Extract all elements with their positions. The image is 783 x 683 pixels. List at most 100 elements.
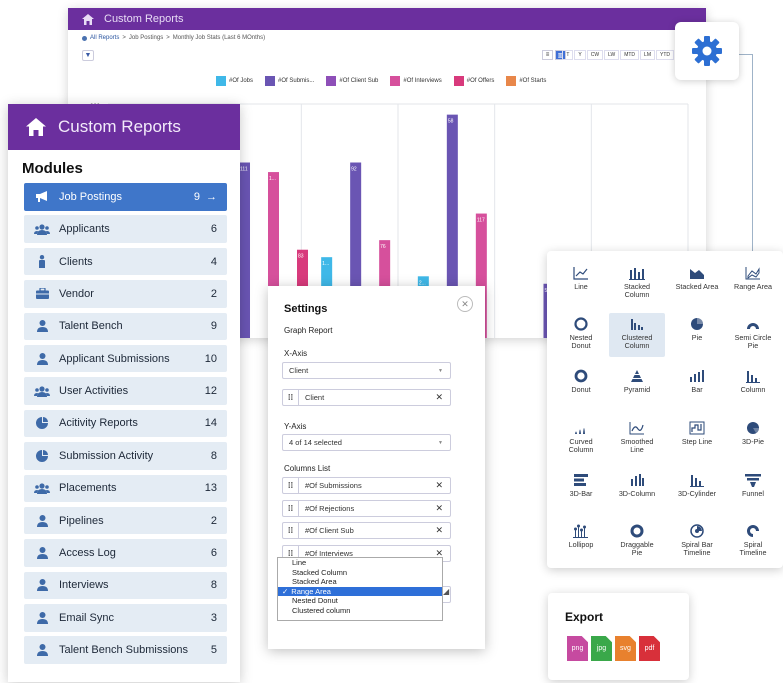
module-item[interactable]: User Activities 12 <box>24 377 227 405</box>
chart-type-option[interactable]: Spiral Timeline <box>725 520 781 564</box>
chart-type-label: 3D-Pie <box>742 437 764 446</box>
column-chip[interactable]: ⁞⁞ #Of Submissions ✕ <box>282 477 451 494</box>
chart-type-option[interactable]: 3D-Bar <box>553 469 609 513</box>
chart-type-option[interactable]: Pie <box>669 313 725 357</box>
spiral-bar-timeline-icon <box>690 522 704 538</box>
module-item-count: 9 <box>203 320 217 332</box>
period-button[interactable]: LM <box>640 50 655 60</box>
module-item[interactable]: Vendor 2 <box>24 280 227 308</box>
module-item[interactable]: Pipelines 2 <box>24 506 227 535</box>
remove-icon[interactable]: ✕ <box>435 503 443 514</box>
module-item[interactable]: Talent Bench Submissions 5 <box>24 636 227 664</box>
module-item-label: Interviews <box>59 579 109 592</box>
chart-type-option[interactable]: Pyramid <box>609 365 665 409</box>
drag-handle-icon[interactable]: ⁞⁞ <box>283 390 299 405</box>
chart-type-option[interactable]: Draggable Pie <box>609 520 665 564</box>
period-button[interactable]: LW <box>604 50 620 60</box>
breadcrumb-job-postings[interactable]: Job Postings <box>129 35 163 41</box>
legend-item[interactable]: #Of Starts <box>506 76 546 86</box>
module-item-count: 12 <box>203 385 217 397</box>
remove-icon[interactable]: ✕ <box>435 525 443 536</box>
drag-handle-icon[interactable]: ⁞⁞ <box>283 523 299 538</box>
module-item[interactable]: Clients 4 <box>24 247 227 276</box>
module-item-label: Talent Bench Submissions <box>59 644 189 657</box>
chart-type-option[interactable]: Spiral Bar Timeline <box>669 520 725 564</box>
module-item[interactable]: Job Postings 9 → <box>24 183 227 211</box>
period-button[interactable]: MTD <box>620 50 640 60</box>
module-item[interactable]: Access Log 6 <box>24 539 227 567</box>
module-item[interactable]: Talent Bench 9 <box>24 312 227 341</box>
legend-item[interactable]: #Of Interviews <box>390 76 442 86</box>
chart-type-option[interactable]: 3D-Pie <box>725 417 781 461</box>
module-item[interactable]: Email Sync 3 <box>24 604 227 632</box>
chart-type-option[interactable]: Semi Circle Pie <box>725 313 781 357</box>
drag-handle-icon[interactable]: ⁞⁞ <box>283 500 299 516</box>
dropdown-option[interactable]: Stacked Column <box>278 568 442 578</box>
chart-type-option[interactable]: Line <box>553 262 609 306</box>
chart-type-option[interactable]: Curved Column <box>553 417 609 461</box>
dropdown-option[interactable]: Stacked Area <box>278 577 442 587</box>
module-item-count-value: 9 <box>210 320 217 333</box>
chart-type-label: Funnel <box>742 489 764 498</box>
chart-type-option[interactable]: Step Line <box>669 417 725 461</box>
chart-type-option[interactable]: Smoothed Line <box>609 417 665 461</box>
jpg-file-icon[interactable]: jpg <box>591 636 612 661</box>
legend-item[interactable]: #Of Offers <box>453 76 494 86</box>
chart-type-option[interactable]: Lollipop <box>553 520 609 564</box>
dropdown-option[interactable]: ✓ Range Area <box>278 586 442 597</box>
stacked-column-icon <box>629 264 645 280</box>
close-icon[interactable]: ✕ <box>457 296 473 312</box>
chart-type-option[interactable]: Donut <box>553 365 609 409</box>
drag-handle-icon[interactable]: ⁞⁞ <box>283 478 299 493</box>
x-axis-chip[interactable]: ⁞⁞ Client ✕ <box>282 389 451 406</box>
period-button[interactable]: YTD <box>656 50 674 60</box>
legend-item[interactable]: #Of Submis... <box>265 76 314 86</box>
list-view-icon[interactable]: ≡ <box>542 50 553 60</box>
chart-type-dropdown[interactable]: Line Stacked Column Stacked Area ✓ Range Are… <box>277 557 443 621</box>
legend-item[interactable]: #Of Client Sub <box>326 76 378 86</box>
period-button[interactable]: CW <box>586 50 604 60</box>
chart-bar[interactable] <box>239 162 250 339</box>
chart-type-option[interactable]: 3D-Column <box>609 469 665 513</box>
column-chip[interactable]: ⁞⁞ #Of Client Sub ✕ <box>282 522 451 539</box>
pdf-file-icon[interactable]: pdf <box>639 636 660 661</box>
dropdown-option[interactable]: Line <box>278 558 442 568</box>
module-item[interactable]: Applicants 6 <box>24 215 227 243</box>
chart-type-option[interactable]: 3D-Cylinder <box>669 469 725 513</box>
dropdown-option[interactable]: Nested Donut <box>278 596 442 606</box>
home-icon[interactable] <box>82 13 94 25</box>
chart-type-option[interactable]: Range Area <box>725 262 781 306</box>
dropdown-option[interactable]: Clustered column <box>278 606 442 616</box>
chart-type-label: Clustered Column <box>621 333 653 350</box>
module-item-count-value: 4 <box>210 255 217 268</box>
module-item[interactable]: Placements 13 <box>24 474 227 503</box>
module-item[interactable]: Submission Activity 8 <box>24 442 227 470</box>
x-axis-select[interactable]: Client ▼ <box>282 362 451 379</box>
y-axis-select[interactable]: 4 of 14 selected ▼ <box>282 434 451 451</box>
settings-gear-button[interactable] <box>675 22 739 80</box>
module-item[interactable]: Applicant Submissions 10 <box>24 344 227 373</box>
chart-type-option[interactable]: Funnel <box>725 469 781 513</box>
module-item[interactable]: Interviews 8 <box>24 571 227 600</box>
remove-icon[interactable]: ✕ <box>435 392 443 403</box>
home-icon[interactable] <box>26 118 46 136</box>
chart-type-option[interactable]: Column <box>725 365 781 409</box>
png-file-icon[interactable]: png <box>567 636 588 661</box>
chart-type-option[interactable]: Bar <box>669 365 725 409</box>
filter-icon[interactable]: ▼ <box>82 50 94 61</box>
breadcrumb-all-reports[interactable]: All Reports <box>90 35 119 41</box>
module-item-count: 2 <box>203 288 217 300</box>
column-chip[interactable]: ⁞⁞ #Of Rejections ✕ <box>282 499 451 517</box>
chart-type-option[interactable]: Stacked Area <box>669 262 725 306</box>
period-button[interactable]: Y <box>574 50 586 60</box>
legend-swatch <box>506 76 517 86</box>
chart-type-option[interactable]: Stacked Column <box>609 262 665 306</box>
module-item[interactable]: Acitivity Reports 14 <box>24 409 227 438</box>
chart-type-option[interactable]: Nested Donut <box>553 313 609 357</box>
remove-icon[interactable]: ✕ <box>435 480 443 491</box>
svg-file-icon[interactable]: svg <box>615 636 636 661</box>
chart-type-option[interactable]: Clustered Column <box>609 313 665 357</box>
chart-type-label: Pyramid <box>623 385 651 394</box>
legend-item[interactable]: #Of Jobs <box>216 76 253 86</box>
period-button[interactable]: T <box>562 50 574 60</box>
